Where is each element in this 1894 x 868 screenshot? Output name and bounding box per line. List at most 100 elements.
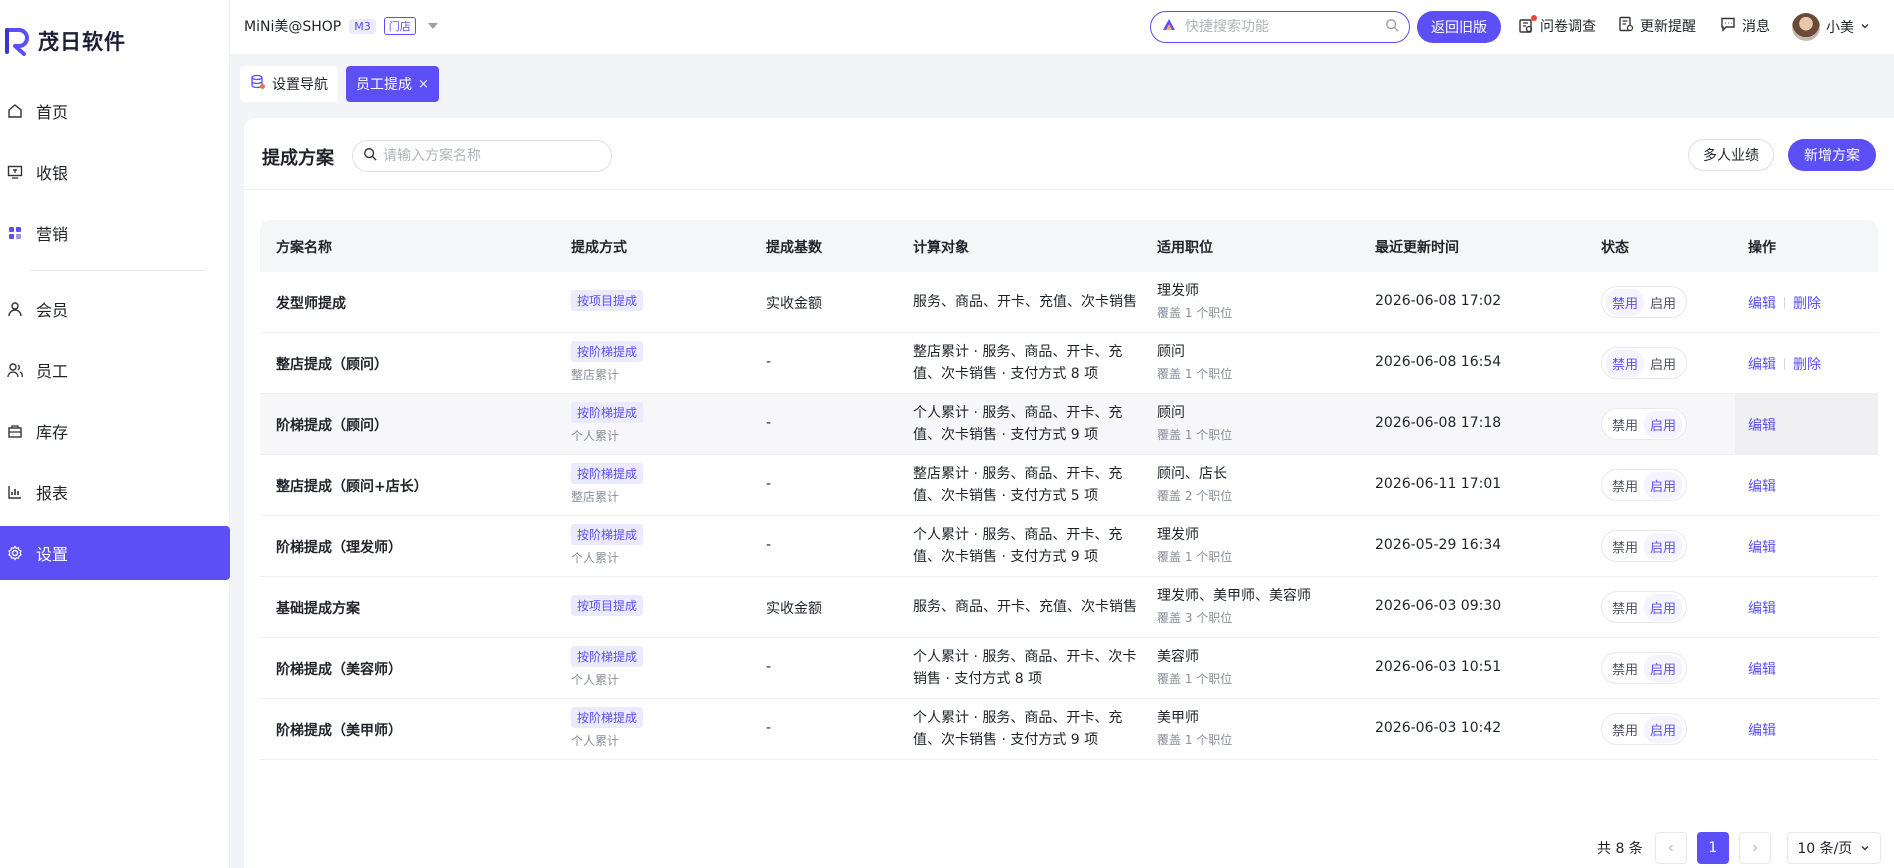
table-row[interactable]: 阶梯提成（顾问） 按阶梯提成 个人累计 - 个人累计 · 服务、商品、开卡、充值、次卡销… xyxy=(260,394,1878,455)
sidebar-item-report[interactable]: 报表 xyxy=(0,465,230,519)
status-toggle[interactable]: 禁用 启用 xyxy=(1601,652,1688,684)
plan-name: 发型师提成 xyxy=(276,296,346,312)
sidebar-item-settings[interactable]: 设置 xyxy=(0,526,230,580)
status-toggle[interactable]: 禁用 启用 xyxy=(1601,286,1688,318)
survey-link[interactable]: 问卷调查 xyxy=(1518,15,1596,36)
sidebar-item-staff[interactable]: 员工 xyxy=(0,343,230,397)
update-time: 2026-06-03 10:51 xyxy=(1375,659,1502,675)
page-size-select[interactable]: 10 条/页 xyxy=(1786,832,1881,864)
status-toggle[interactable]: 禁用 启用 xyxy=(1601,713,1688,745)
tab-staff-commission[interactable]: 员工提成 × xyxy=(346,66,439,102)
edit-link[interactable]: 编辑 xyxy=(1748,659,1776,679)
target-text: 个人累计 · 服务、商品、开卡、充值、次卡销售 · 支付方式 9 项 xyxy=(913,405,1123,443)
enable-option[interactable]: 启用 xyxy=(1644,289,1682,316)
status-toggle[interactable]: 禁用 启用 xyxy=(1601,530,1688,562)
position-text: 美甲师 xyxy=(1157,710,1199,726)
prev-page-button[interactable] xyxy=(1654,832,1687,864)
edit-link[interactable]: 编辑 xyxy=(1748,598,1776,618)
quick-search[interactable] xyxy=(1150,11,1410,43)
close-icon[interactable]: × xyxy=(418,77,429,92)
table-row[interactable]: 阶梯提成（美容师） 按阶梯提成 个人累计 - 个人累计 · 服务、商品、开卡、次卡销售 … xyxy=(260,638,1878,699)
disable-option[interactable]: 禁用 xyxy=(1606,594,1644,621)
base-value: - xyxy=(766,720,772,736)
enable-option[interactable]: 启用 xyxy=(1644,410,1683,438)
edit-link[interactable]: 编辑 xyxy=(1748,354,1776,374)
plan-search[interactable] xyxy=(352,140,612,172)
sidebar-item-cashier[interactable]: 收银 xyxy=(0,145,230,199)
method-cell: 按阶梯提成 个人累计 xyxy=(571,646,644,688)
method-tag: 按项目提成 xyxy=(571,595,644,616)
table-row[interactable]: 整店提成（顾问+店长） 按阶梯提成 整店累计 - 整店累计 · 服务、商品、开卡、充值、… xyxy=(260,455,1878,516)
message-icon xyxy=(1720,16,1736,36)
table-row[interactable]: 阶梯提成（理发师） 按阶梯提成 个人累计 - 个人累计 · 服务、商品、开卡、充值、次卡… xyxy=(260,516,1878,577)
method-cell: 按项目提成 xyxy=(571,595,644,616)
delete-link[interactable]: 删除 xyxy=(1793,293,1821,313)
delete-link[interactable]: 删除 xyxy=(1793,354,1821,374)
enable-option[interactable]: 启用 xyxy=(1644,654,1683,682)
method-sub: 个人累计 xyxy=(571,429,620,443)
search-icon[interactable] xyxy=(1385,18,1399,36)
sidebar-item-inventory[interactable]: 库存 xyxy=(0,404,230,458)
table-row[interactable]: 阶梯提成（美甲师） 按阶梯提成 个人累计 - 个人累计 · 服务、商品、开卡、充值、次卡… xyxy=(260,699,1878,760)
action-divider xyxy=(1784,358,1785,370)
user-menu[interactable]: 小美 xyxy=(1792,13,1870,41)
member-icon xyxy=(6,300,24,318)
status-toggle[interactable]: 禁用 启用 xyxy=(1601,469,1688,501)
edit-link[interactable]: 编辑 xyxy=(1748,537,1776,557)
tab-label: 设置导航 xyxy=(272,77,328,93)
enable-option[interactable]: 启用 xyxy=(1644,593,1683,621)
message-link[interactable]: 消息 xyxy=(1720,16,1770,36)
quick-search-input[interactable] xyxy=(1185,19,1377,35)
enable-option[interactable]: 启用 xyxy=(1644,350,1682,377)
update-reminder-link[interactable]: 更新提醒 xyxy=(1618,16,1696,36)
back-to-old-button[interactable]: 返回旧版 xyxy=(1417,11,1501,43)
method-tag: 按阶梯提成 xyxy=(571,707,644,728)
status-toggle[interactable]: 禁用 启用 xyxy=(1601,347,1688,379)
enable-option[interactable]: 启用 xyxy=(1644,532,1683,560)
enable-option[interactable]: 启用 xyxy=(1644,715,1683,743)
disable-option[interactable]: 禁用 xyxy=(1606,411,1644,438)
sidebar-item-home[interactable]: 首页 xyxy=(0,84,230,138)
disable-option[interactable]: 禁用 xyxy=(1606,533,1644,560)
document-icon xyxy=(1618,16,1634,36)
sidebar-item-marketing[interactable]: 营销 xyxy=(0,206,230,260)
store-badge: 门店 xyxy=(383,17,416,35)
add-plan-button[interactable]: 新增方案 xyxy=(1788,139,1876,171)
tab-label: 员工提成 xyxy=(356,77,412,93)
disable-option[interactable]: 禁用 xyxy=(1606,716,1644,743)
next-page-button[interactable] xyxy=(1738,832,1771,864)
table-row[interactable]: 整店提成（顾问） 按阶梯提成 整店累计 - 整店累计 · 服务、商品、开卡、充值、次卡销… xyxy=(260,333,1878,394)
edit-link[interactable]: 编辑 xyxy=(1748,415,1776,435)
table-row[interactable]: 基础提成方案 按项目提成 实收金额 服务、商品、开卡、充值、次卡销售 理发师、美甲师、美… xyxy=(260,577,1878,638)
position-text: 美容师 xyxy=(1157,649,1199,665)
table-row[interactable]: 发型师提成 按项目提成 实收金额 服务、商品、开卡、充值、次卡销售 理发师 覆盖 1 个职… xyxy=(260,272,1878,333)
page-button[interactable]: 1 xyxy=(1696,832,1729,864)
disable-option[interactable]: 禁用 xyxy=(1606,349,1645,377)
logo[interactable]: 茂日软件 xyxy=(4,24,126,58)
edit-link[interactable]: 编辑 xyxy=(1748,476,1776,496)
method-tag: 按阶梯提成 xyxy=(571,646,644,667)
update-time: 2026-06-08 17:02 xyxy=(1375,293,1502,309)
plan-search-input[interactable] xyxy=(383,148,601,164)
table-header: 方案名称 提成方式 提成基数 计算对象 适用职位 最近更新时间 状态 操作 xyxy=(260,220,1878,272)
disable-option[interactable]: 禁用 xyxy=(1606,472,1644,499)
enable-option[interactable]: 启用 xyxy=(1644,471,1683,499)
disable-option[interactable]: 禁用 xyxy=(1606,655,1644,682)
shop-switcher[interactable]: MiNi美@SHOP M3 门店 xyxy=(244,16,438,36)
sidebar-item-member[interactable]: 会员 xyxy=(0,282,230,336)
position-sub: 覆盖 1 个职位 xyxy=(1157,367,1233,381)
base-value: 实收金额 xyxy=(766,601,822,617)
survey-icon xyxy=(1518,15,1537,34)
target-text: 个人累计 · 服务、商品、开卡、充值、次卡销售 · 支付方式 9 项 xyxy=(913,710,1123,748)
tab-settings-nav[interactable]: 设置导航 xyxy=(240,66,338,102)
disable-option[interactable]: 禁用 xyxy=(1606,288,1645,316)
multi-performance-button[interactable]: 多人业绩 xyxy=(1688,139,1774,171)
column-header: 操作 xyxy=(1748,240,1776,256)
chevron-down-icon[interactable] xyxy=(427,23,438,29)
edit-link[interactable]: 编辑 xyxy=(1748,293,1776,313)
status-toggle[interactable]: 禁用 启用 xyxy=(1601,408,1688,440)
status-toggle[interactable]: 禁用 启用 xyxy=(1601,591,1688,623)
method-cell: 按项目提成 xyxy=(571,290,644,311)
target-text: 个人累计 · 服务、商品、开卡、次卡销售 · 支付方式 8 项 xyxy=(913,649,1137,687)
edit-link[interactable]: 编辑 xyxy=(1748,720,1776,740)
